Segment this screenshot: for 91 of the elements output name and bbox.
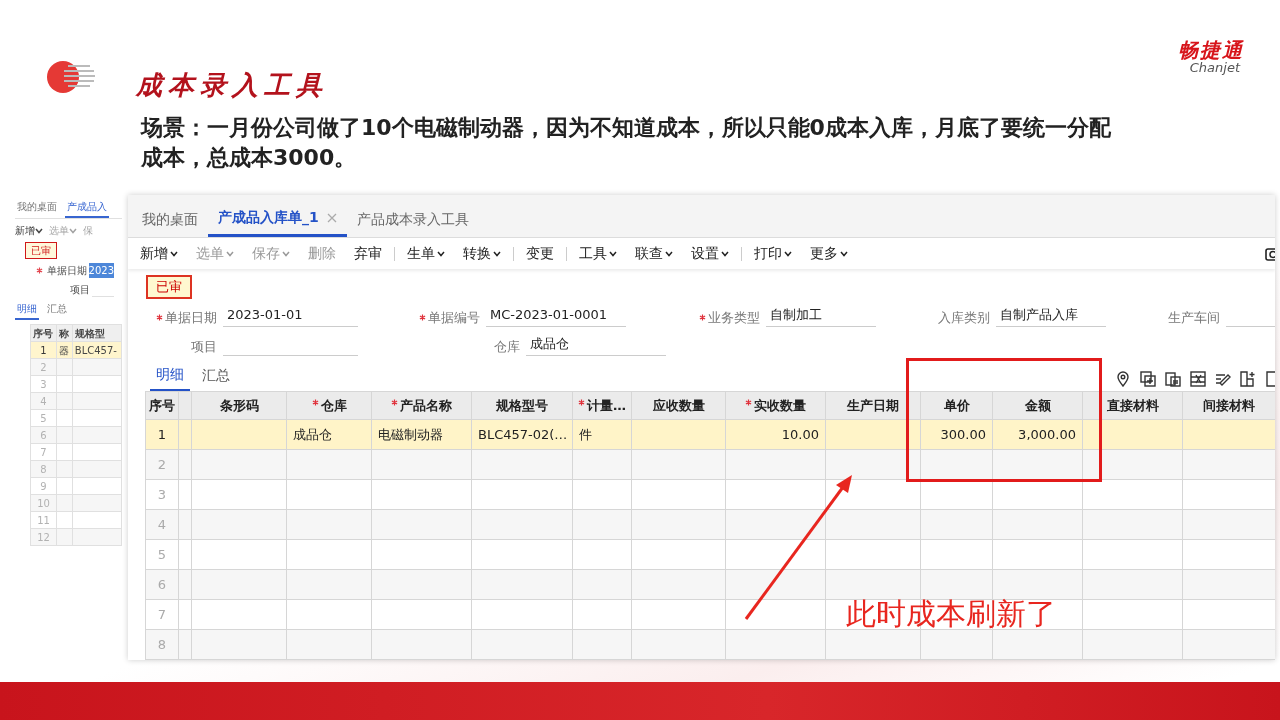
tab[interactable]: 我的桌面: [132, 203, 208, 237]
tab[interactable]: 我的桌面: [15, 199, 59, 218]
tab[interactable]: 汇总: [196, 362, 236, 391]
caret-icon: [437, 250, 445, 257]
field-label: 项目: [70, 283, 90, 297]
table-cell: 6: [145, 569, 179, 600]
logo-icon: [46, 59, 96, 94]
toolbar-button[interactable]: 更多: [802, 242, 856, 265]
input-field[interactable]: 2023: [88, 263, 114, 278]
caret-icon: [665, 250, 673, 257]
caret-icon: [35, 228, 43, 234]
status-badge: 已审: [146, 275, 192, 299]
toolbar-button[interactable]: 联查: [627, 242, 681, 265]
column-header: 计量…: [587, 397, 626, 413]
input-field[interactable]: MC-2023-01-0001: [486, 305, 626, 328]
caret-icon: [493, 250, 501, 257]
toolbar-button[interactable]: 设置: [683, 242, 737, 265]
brand-name: 畅捷通: [1178, 40, 1244, 61]
toolbar-button[interactable]: 新增: [132, 242, 186, 265]
column-header: 应收数量: [652, 397, 705, 413]
caret-icon: [609, 250, 617, 257]
caret-icon: [840, 250, 848, 257]
toolbar-button[interactable]: 变更: [518, 242, 562, 265]
slide-title: 成本录入工具: [136, 69, 328, 102]
close-icon: [326, 212, 337, 223]
table-cell: 电磁制动器: [371, 419, 472, 450]
brand-subtitle: Chanjet: [1188, 61, 1240, 75]
table-cell: 7: [145, 599, 179, 630]
input-field[interactable]: 成品仓: [526, 334, 666, 356]
column-header: 金额: [1024, 397, 1051, 413]
input-field[interactable]: 自制产品入库: [996, 305, 1106, 328]
caret-icon: [69, 228, 77, 234]
toolbar-button[interactable]: 生单: [399, 242, 453, 265]
table-cell: 成品仓: [286, 419, 372, 450]
table-cell: 4: [145, 509, 179, 540]
toolbar-button[interactable]: 打印: [746, 242, 800, 265]
caret-icon: [282, 250, 290, 257]
delete-row-icon: [1190, 371, 1206, 387]
field-label: 项目: [191, 337, 217, 356]
column-header: 仓库: [320, 397, 347, 413]
tab[interactable]: 汇总: [45, 301, 69, 320]
table-cell: 5: [145, 539, 179, 570]
toolbar-button[interactable]: 工具: [571, 242, 625, 265]
column-header: 实收数量: [754, 397, 806, 413]
input-field[interactable]: 自制加工: [766, 305, 876, 328]
caret-icon: [784, 250, 792, 257]
input-field[interactable]: 2023-01-01: [223, 305, 358, 328]
tab[interactable]: 产成品入: [65, 199, 109, 218]
toolbar-button[interactable]: 弃审: [346, 242, 390, 265]
tab[interactable]: 产成品入库单_1: [208, 203, 347, 237]
column-header: 条形码: [219, 397, 259, 413]
toolbar-button[interactable]: 转换: [455, 242, 509, 265]
caret-icon: [721, 250, 729, 257]
column-header: 直接材料: [1106, 397, 1159, 413]
field-label: 单据编号: [428, 308, 480, 327]
table-cell: BLC457-02(…: [471, 419, 573, 450]
field-label: 入库类别: [938, 308, 990, 327]
column-header: 生产日期: [847, 397, 899, 413]
layout-icon: [1240, 371, 1256, 387]
field-label: 仓库: [494, 337, 520, 356]
column-header: 规格型号: [496, 397, 548, 413]
table-cell: 3,000.00: [992, 419, 1083, 450]
scenario-text: 场景：一月份公司做了10个电磁制动器，因为不知道成本，所以只能0成本入库，月底了要统一分配成本，总成本3000。: [141, 114, 1112, 172]
tab[interactable]: 明细: [15, 301, 39, 320]
paste-icon: [1165, 371, 1181, 387]
status-badge: 已审: [25, 242, 57, 259]
toolbar-button[interactable]: 新增: [15, 223, 43, 238]
table-cell: 10.00: [725, 419, 826, 450]
tab[interactable]: 产品成本录入工具: [346, 203, 479, 237]
field-label: 单据日期: [46, 264, 87, 278]
column-header: 产品名称: [400, 397, 452, 413]
column-header: 单价: [943, 397, 970, 413]
caret-icon: [226, 250, 234, 257]
caret-icon: [170, 250, 178, 257]
field-label: 生产车间: [1168, 308, 1220, 327]
field-label: 业务类型: [708, 308, 760, 327]
column-header: 规格型: [72, 324, 122, 342]
location-pin-icon: [1115, 371, 1131, 387]
table-cell: 1: [145, 419, 179, 450]
table-cell: 2: [145, 449, 179, 480]
edit-icon: [1215, 371, 1231, 387]
column-header: 间接材料: [1203, 397, 1255, 413]
field-label: 单据日期: [165, 308, 217, 327]
table-cell: 件: [572, 419, 632, 450]
annotation-text: 此时成本刷新了: [846, 595, 1056, 633]
column-header: 序号: [30, 324, 57, 342]
column-header: 序号: [149, 397, 175, 413]
table-cell: 8: [145, 629, 179, 660]
table-cell: 300.00: [920, 419, 993, 450]
table-cell: 3: [145, 479, 179, 510]
add-row-icon: [1140, 371, 1156, 387]
